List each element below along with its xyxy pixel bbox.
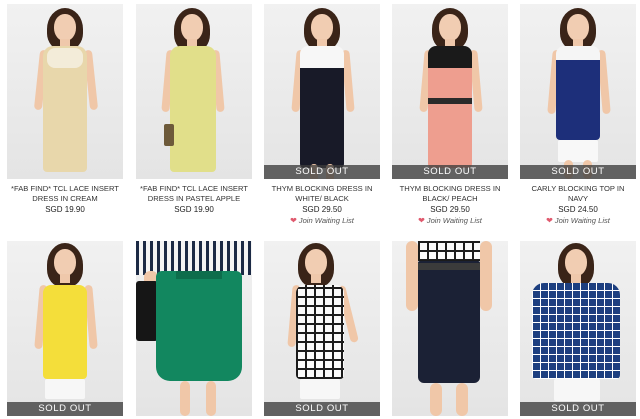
model-face [565, 249, 587, 276]
product-card-tcl-apple[interactable]: *FAB FIND* TCL LACE INSERT DRESS IN PAST… [136, 4, 252, 215]
white-shorts [558, 140, 598, 162]
white-shorts [45, 379, 85, 399]
model-leg [206, 381, 216, 416]
striped-top [136, 241, 252, 275]
product-title[interactable]: THYM BLOCKING DRESS IN BLACK/ PEACH [392, 184, 508, 204]
product-title[interactable]: THYM BLOCKING DRESS IN WHITE/ BLACK [264, 184, 380, 204]
product-card-green-skirt[interactable] [136, 241, 252, 416]
dress-garment [170, 46, 216, 172]
sold-out-banner: SOLD OUT [7, 402, 123, 416]
model-leg [456, 383, 468, 416]
join-waiting-list-link[interactable]: ❤ Join Waiting List [392, 216, 508, 226]
dress-top-black [428, 46, 472, 68]
product-price: SGD 29.50 [430, 205, 470, 214]
model-neck [60, 274, 70, 283]
product-price: SGD 19.90 [174, 205, 214, 214]
heart-icon: ❤ [418, 216, 425, 225]
skirt-waistband [418, 263, 480, 270]
waiting-list-label[interactable]: Join Waiting List [299, 216, 354, 225]
model-face [54, 14, 76, 41]
product-image[interactable]: SOLD OUT [264, 241, 380, 416]
model-arm [406, 241, 418, 311]
navy-pencil-skirt [418, 261, 480, 383]
product-title[interactable]: CARLY BLOCKING TOP IN NAVY [520, 184, 636, 204]
white-shorts [554, 379, 600, 401]
product-card-check-top[interactable]: SOLD OUT [264, 241, 380, 416]
product-image[interactable]: SOLD OUT [7, 241, 123, 416]
dress-top-white [300, 46, 344, 68]
black-clutch [136, 281, 158, 341]
product-title[interactable]: *FAB FIND* TCL LACE INSERT DRESS IN CREA… [7, 184, 123, 204]
green-skirt [156, 271, 242, 381]
top-yellow [43, 285, 87, 379]
heart-icon: ❤ [546, 216, 553, 225]
model-face [181, 14, 203, 41]
model-face [54, 249, 76, 276]
top-collar-white [556, 46, 600, 60]
product-price: SGD 19.90 [45, 205, 85, 214]
model-arm [480, 241, 492, 311]
product-grid: *FAB FIND* TCL LACE INSERT DRESS IN CREA… [0, 0, 640, 419]
product-image[interactable] [136, 4, 252, 179]
model-leg [180, 381, 190, 416]
product-image[interactable]: SOLD OUT [392, 4, 508, 179]
white-shorts [300, 379, 340, 399]
waiting-list-label[interactable]: Join Waiting List [427, 216, 482, 225]
model-face [567, 14, 589, 41]
dress-body-black [300, 68, 344, 168]
checked-top [296, 285, 344, 379]
waiting-list-label[interactable]: Join Waiting List [555, 216, 610, 225]
sold-out-banner: SOLD OUT [392, 165, 508, 179]
model-leg [430, 383, 442, 416]
product-image[interactable] [7, 4, 123, 179]
checked-blouse [418, 241, 480, 261]
model-face [439, 14, 461, 41]
sold-out-banner: SOLD OUT [264, 165, 380, 179]
model-neck [571, 274, 581, 283]
product-image[interactable] [392, 241, 508, 416]
product-card-navy-check-blouse[interactable]: SOLD OUT [520, 241, 636, 416]
product-image[interactable]: SOLD OUT [264, 4, 380, 179]
join-waiting-list-link[interactable]: ❤ Join Waiting List [264, 216, 380, 226]
sold-out-banner: SOLD OUT [520, 402, 636, 416]
dress-body-peach [428, 68, 472, 168]
waist-belt [428, 98, 472, 104]
sold-out-banner: SOLD OUT [264, 402, 380, 416]
model-face [305, 249, 327, 276]
product-price: SGD 29.50 [302, 205, 342, 214]
sold-out-banner: SOLD OUT [520, 165, 636, 179]
product-card-yellow-top[interactable]: SOLD OUT [7, 241, 123, 416]
product-image[interactable]: SOLD OUT [520, 241, 636, 416]
product-image[interactable] [136, 241, 252, 416]
product-card-navy-skirt[interactable] [392, 241, 508, 416]
lace-insert [47, 48, 83, 68]
model-face [311, 14, 333, 41]
product-price: SGD 24.50 [558, 205, 598, 214]
product-card-carly-navy[interactable]: SOLD OUT CARLY BLOCKING TOP IN NAVY SGD … [520, 4, 636, 226]
product-card-tcl-cream[interactable]: *FAB FIND* TCL LACE INSERT DRESS IN CREA… [7, 4, 123, 215]
clutch-bag [164, 124, 174, 146]
navy-check-blouse [532, 283, 620, 379]
top-body-navy [556, 60, 600, 140]
product-title[interactable]: *FAB FIND* TCL LACE INSERT DRESS IN PAST… [136, 184, 252, 204]
product-image[interactable]: SOLD OUT [520, 4, 636, 179]
model-neck [311, 274, 321, 283]
join-waiting-list-link[interactable]: ❤ Join Waiting List [520, 216, 636, 226]
product-card-thym-white-black[interactable]: SOLD OUT THYM BLOCKING DRESS IN WHITE/ B… [264, 4, 380, 226]
skirt-belt [176, 271, 222, 279]
heart-icon: ❤ [290, 216, 297, 225]
product-card-thym-black-peach[interactable]: SOLD OUT THYM BLOCKING DRESS IN BLACK/ P… [392, 4, 508, 226]
